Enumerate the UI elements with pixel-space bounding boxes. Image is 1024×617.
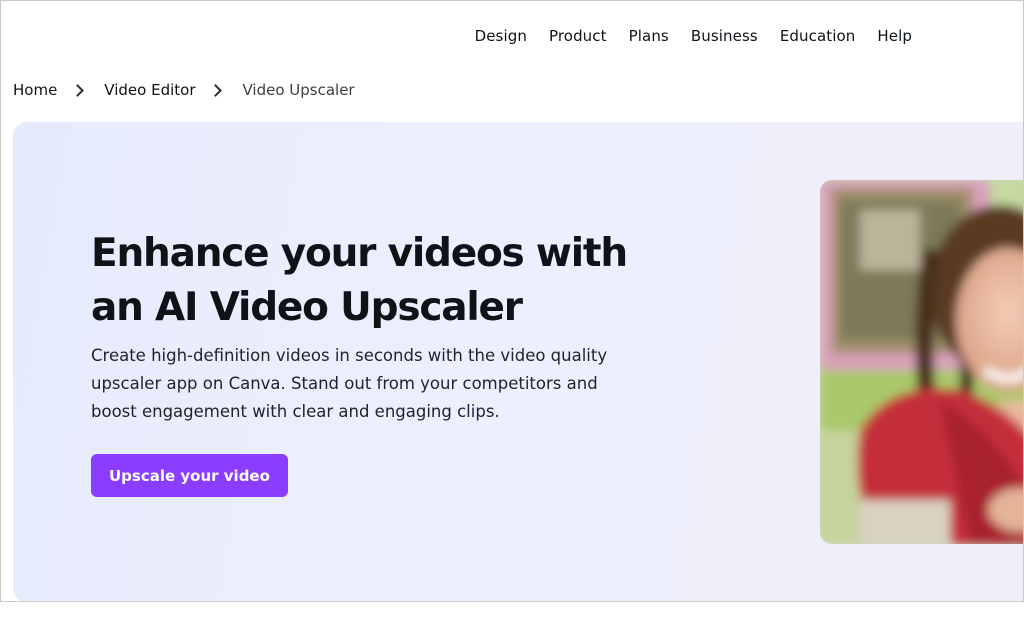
- breadcrumb: Home Video Editor Video Upscaler: [13, 81, 355, 99]
- chevron-right-icon: [71, 83, 85, 97]
- nav-item-business[interactable]: Business: [680, 23, 769, 49]
- breadcrumb-home-link[interactable]: Home: [13, 81, 57, 99]
- hero-title: Enhance your videos with an AI Video Ups…: [91, 231, 628, 330]
- upscale-video-button[interactable]: Upscale your video: [91, 454, 288, 497]
- chevron-right-icon: [209, 83, 223, 97]
- top-navigation: Design Product Plans Business Education …: [464, 23, 923, 49]
- page-frame: Design Product Plans Business Education …: [0, 0, 1024, 602]
- nav-item-product[interactable]: Product: [538, 23, 618, 49]
- nav-item-help[interactable]: Help: [866, 23, 923, 49]
- nav-item-design[interactable]: Design: [464, 23, 538, 49]
- breadcrumb-video-editor-link[interactable]: Video Editor: [104, 81, 195, 99]
- hero-description: Create high-definition videos in seconds…: [91, 346, 608, 421]
- nav-item-plans[interactable]: Plans: [618, 23, 680, 49]
- hero-photo-illustration: [820, 180, 1023, 544]
- hero-section: Enhance your videos with an AI Video Ups…: [13, 122, 1023, 601]
- breadcrumb-current: Video Upscaler: [242, 81, 355, 99]
- hero-photo: [820, 180, 1023, 544]
- nav-item-education[interactable]: Education: [769, 23, 867, 49]
